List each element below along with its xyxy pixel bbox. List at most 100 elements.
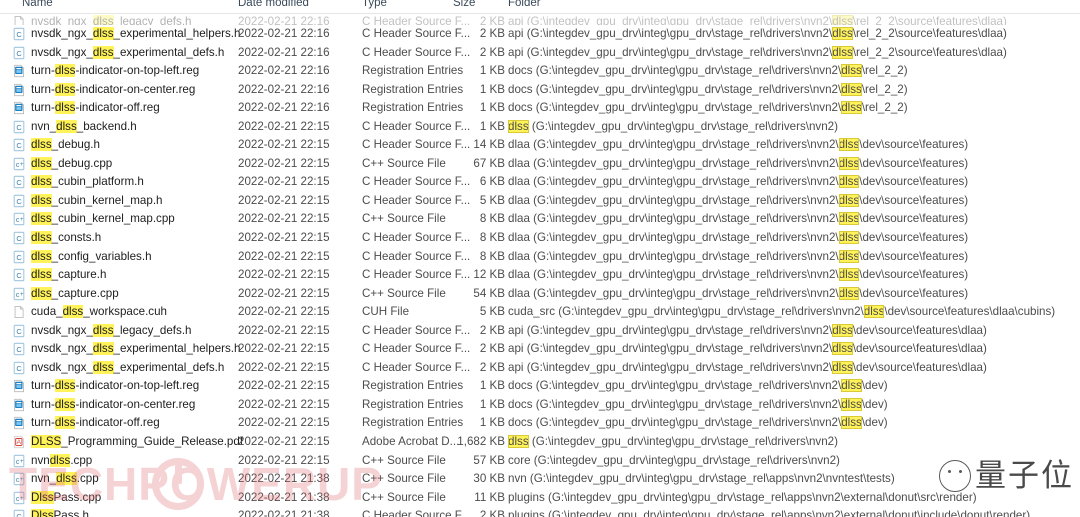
- search-term-highlight: Dlss: [31, 509, 54, 517]
- file-name-cell[interactable]: nvn_dlss.cpp: [31, 472, 99, 486]
- table-row[interactable]: A DLSS_Programming_Guide_Release.pdf 2022-…: [0, 433, 1080, 452]
- search-term-highlight: dlss: [31, 212, 52, 226]
- table-row[interactable]: Cdlss_cubin_platform.h 2022-02-21 22:15 C …: [0, 173, 1080, 192]
- table-row[interactable]: c + nvndlss.cpp 2022-02-21 22:15 C++ Source …: [0, 452, 1080, 471]
- folder-path-cell: plugins (G:\integdev_gpu_drv\integ\gpu_d…: [508, 509, 1031, 517]
- file-name-cell[interactable]: cuda_dlss_workspace.cuh: [31, 305, 167, 319]
- table-row[interactable]: Cdlss_cubin_kernel_map.h 2022-02-21 22:15…: [0, 192, 1080, 211]
- file-name-cell[interactable]: DlssPass.h: [31, 509, 89, 517]
- search-term-highlight: dlss: [54, 101, 76, 115]
- table-row[interactable]: Cnvsdk_ngx_dlss_experimental_defs.h 2022-…: [0, 359, 1080, 378]
- table-row[interactable]: cuda_dlss_workspace.cuh 2022-02-21 22:15 C…: [0, 303, 1080, 322]
- date-modified-cell: 2022-02-21 22:15: [238, 360, 330, 374]
- file-name-cell[interactable]: nvndlss.cpp: [31, 453, 92, 468]
- column-header-name[interactable]: Name: [22, 0, 53, 9]
- table-row[interactable]: c + dlss_debug.cpp 2022-02-21 22:15 C++ Sour…: [0, 155, 1080, 174]
- table-row[interactable]: turn-dlss-indicator-on-top-left.reg 2022-…: [0, 62, 1080, 81]
- folder-path-cell: dlaa (G:\integdev_gpu_drv\integ\gpu_drv\…: [508, 212, 969, 226]
- file-name-cell[interactable]: nvsdk_ngx_dlss_legacy_defs.h: [31, 15, 192, 25]
- file-name-cell[interactable]: turn-dlss-indicator-on-top-left.reg: [31, 64, 199, 78]
- file-name-cell[interactable]: nvn_dlss_backend.h: [31, 119, 137, 134]
- c-header-icon: C: [12, 175, 26, 189]
- file-size-cell: 5 KB: [479, 193, 505, 207]
- file-name-cell[interactable]: dlss_cubin_kernel_map.cpp: [31, 212, 175, 226]
- table-row[interactable]: Cdlss_consts.h 2022-02-21 22:15 C Header S…: [0, 229, 1080, 248]
- search-term-highlight: dlss: [832, 323, 853, 337]
- table-row[interactable]: turn-dlss-indicator-on-center.reg 2022-02…: [0, 396, 1080, 415]
- file-name-cell[interactable]: dlss_debug.h: [31, 138, 100, 152]
- table-row[interactable]: Cdlss_capture.h 2022-02-21 22:15 C Header …: [0, 266, 1080, 285]
- file-size-cell: 5 KB: [479, 305, 505, 319]
- file-name-cell[interactable]: nvsdk_ngx_dlss_experimental_helpers.h: [31, 342, 240, 356]
- search-term-highlight: dlss: [838, 193, 860, 207]
- column-header-type[interactable]: Type: [362, 0, 387, 9]
- date-modified-cell: 2022-02-21 22:16: [238, 82, 330, 96]
- search-term-highlight: dlss: [56, 119, 77, 133]
- column-header-date[interactable]: Date modified: [238, 0, 309, 9]
- table-row[interactable]: Cnvsdk_ngx_dlss_experimental_defs.h 2022-…: [0, 44, 1080, 63]
- table-row[interactable]: Cdlss_config_variables.h 2022-02-21 22:15…: [0, 248, 1080, 267]
- file-size-cell: 1 KB: [479, 101, 505, 115]
- table-row[interactable]: turn-dlss-indicator-off.reg 2022-02-21 22…: [0, 99, 1080, 118]
- search-term-highlight: dlss: [54, 379, 76, 393]
- file-name-cell[interactable]: dlss_consts.h: [31, 231, 101, 245]
- search-term-highlight: dlss: [841, 64, 862, 78]
- date-modified-cell: 2022-02-21 22:15: [238, 397, 330, 411]
- search-term-highlight: dlss: [838, 249, 860, 263]
- file-name-cell[interactable]: dlss_config_variables.h: [31, 249, 152, 264]
- file-size-cell: 2 KB: [479, 509, 505, 517]
- file-name-cell[interactable]: turn-dlss-indicator-on-center.reg: [31, 82, 195, 97]
- table-row[interactable]: c + dlss_capture.cpp 2022-02-21 22:15 C++ So…: [0, 285, 1080, 304]
- file-name-cell[interactable]: turn-dlss-indicator-off.reg: [31, 101, 160, 115]
- file-name-cell[interactable]: dlss_capture.h: [31, 268, 106, 282]
- file-name-cell[interactable]: turn-dlss-indicator-on-center.reg: [31, 397, 195, 412]
- date-modified-cell: 2022-02-21 22:15: [238, 175, 330, 189]
- file-size-cell: 1 KB: [479, 64, 505, 78]
- table-row[interactable]: Cnvsdk_ngx_dlss_legacy_defs.h 2022-02-21 …: [0, 322, 1080, 341]
- registry-icon: [12, 83, 26, 97]
- file-name-cell[interactable]: turn-dlss-indicator-on-top-left.reg: [31, 379, 199, 393]
- date-modified-cell: 2022-02-21 22:15: [238, 212, 330, 226]
- file-name-cell[interactable]: nvsdk_ngx_dlss_experimental_defs.h: [31, 360, 224, 375]
- table-row[interactable]: c + dlss_cubin_kernel_map.cpp 2022-02-21 22…: [0, 210, 1080, 229]
- table-row[interactable]: Cdlss_debug.h 2022-02-21 22:15 C Header So…: [0, 136, 1080, 155]
- registry-icon: [12, 398, 26, 412]
- file-name-cell[interactable]: dlss_cubin_platform.h: [31, 175, 144, 189]
- file-name-cell[interactable]: nvsdk_ngx_dlss_legacy_defs.h: [31, 323, 192, 338]
- file-size-cell: 2 KB: [479, 45, 505, 59]
- table-row[interactable]: nvsdk_ngx_dlss_legacy_defs.h 2022-02-21 2…: [0, 13, 1080, 25]
- table-row[interactable]: Cnvsdk_ngx_dlss_experimental_helpers.h 20…: [0, 25, 1080, 44]
- svg-text:C: C: [16, 48, 22, 57]
- file-size-cell: 1 KB: [479, 379, 505, 393]
- table-row[interactable]: Cnvn_dlss_backend.h 2022-02-21 22:15 C Hea…: [0, 118, 1080, 137]
- file-name-cell[interactable]: nvsdk_ngx_dlss_experimental_helpers.h: [31, 27, 240, 41]
- date-modified-cell: 2022-02-21 22:15: [238, 119, 330, 133]
- file-name-cell[interactable]: dlss_debug.cpp: [31, 156, 112, 171]
- table-row[interactable]: c + nvn_dlss.cpp 2022-02-21 21:38 C++ Source…: [0, 470, 1080, 489]
- table-row[interactable]: Cnvsdk_ngx_dlss_experimental_helpers.h 20…: [0, 340, 1080, 359]
- search-term-highlight: dlss: [54, 82, 76, 96]
- table-row[interactable]: turn-dlss-indicator-on-center.reg 2022-02…: [0, 81, 1080, 100]
- date-modified-cell: 2022-02-21 22:15: [238, 231, 330, 245]
- cpp-source-icon: c +: [12, 472, 26, 486]
- c-header-icon: C: [12, 27, 26, 41]
- table-row[interactable]: turn-dlss-indicator-on-top-left.reg 2022-…: [0, 377, 1080, 396]
- column-header-size[interactable]: Size: [453, 0, 475, 9]
- file-name-cell[interactable]: turn-dlss-indicator-off.reg: [31, 416, 160, 430]
- file-name-cell[interactable]: DlssPass.cpp: [31, 490, 101, 505]
- cpp-source-icon: c +: [12, 157, 26, 171]
- column-header-folder[interactable]: Folder: [508, 0, 541, 9]
- file-explorer-results: TECHPOWERUP 量子位 Name Date modified Type …: [0, 0, 1080, 517]
- file-name-cell[interactable]: dlss_capture.cpp: [31, 286, 119, 301]
- file-list[interactable]: nvsdk_ngx_dlss_legacy_defs.h 2022-02-21 2…: [0, 13, 1080, 517]
- table-row[interactable]: turn-dlss-indicator-off.reg 2022-02-21 22…: [0, 414, 1080, 433]
- table-row[interactable]: c + DlssPass.cpp 2022-02-21 21:38 C++ Source…: [0, 489, 1080, 508]
- file-name-cell[interactable]: nvsdk_ngx_dlss_experimental_defs.h: [31, 45, 224, 60]
- table-row[interactable]: C DlssPass.h 2022-02-21 21:38 C Header Sour…: [0, 507, 1080, 517]
- search-term-highlight: dlss: [92, 27, 114, 40]
- folder-path-cell: docs (G:\integdev_gpu_drv\integ\gpu_drv\…: [508, 379, 888, 393]
- file-size-cell: 2 KB: [479, 360, 505, 374]
- date-modified-cell: 2022-02-21 22:15: [238, 323, 330, 337]
- file-name-cell[interactable]: dlss_cubin_kernel_map.h: [31, 193, 163, 208]
- file-name-cell[interactable]: DLSS_Programming_Guide_Release.pdf: [31, 435, 243, 449]
